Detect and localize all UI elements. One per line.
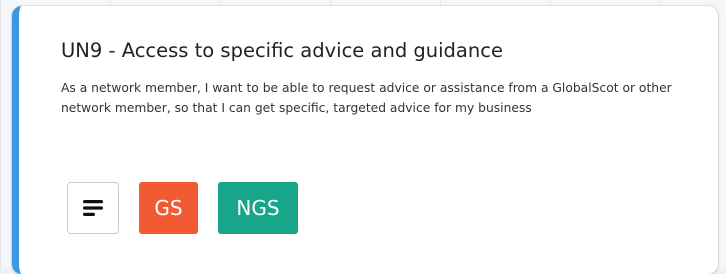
tag-gs-button[interactable]: GS: [139, 182, 198, 234]
card-actions: GS NGS: [67, 182, 298, 234]
menu-lines-icon: [83, 200, 103, 216]
user-story-card[interactable]: UN9 - Access to specific advice and guid…: [12, 6, 718, 274]
story-title: UN9 - Access to specific advice and guid…: [61, 39, 503, 62]
tag-ngs-button[interactable]: NGS: [218, 182, 298, 234]
details-button[interactable]: [67, 182, 119, 234]
story-description: As a network member, I want to be able t…: [61, 81, 672, 115]
